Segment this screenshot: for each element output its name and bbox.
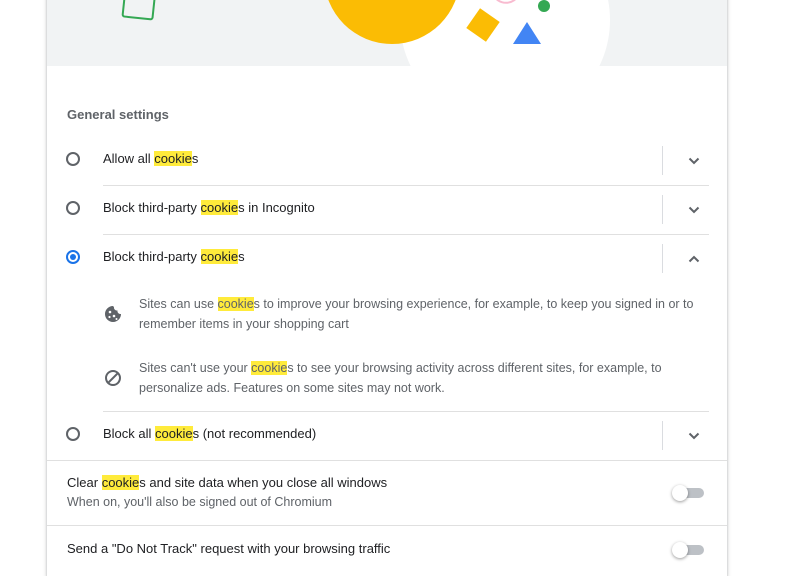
option-label: Allow all cookies bbox=[103, 151, 199, 166]
chevron-down-icon bbox=[688, 206, 700, 214]
collapse-button[interactable] bbox=[685, 250, 703, 268]
separator bbox=[662, 421, 663, 450]
detail-item-blocked: Sites can't use your cookies to see your… bbox=[103, 358, 703, 398]
option-label: Block all cookies (not recommended) bbox=[103, 426, 317, 441]
cookie-settings-card: General settings Allow all cookies Block… bbox=[47, 0, 727, 576]
chevron-up-icon bbox=[688, 255, 700, 263]
banner-shapes-icon bbox=[121, 0, 610, 66]
option-label: Block third-party cookies in Incognito bbox=[103, 200, 315, 215]
clear-on-exit-subtitle: When on, you'll also be signed out of Ch… bbox=[67, 495, 333, 509]
option-label: Block third-party cookies bbox=[103, 249, 245, 264]
detail-item-allowed: Sites can use cookies to improve your br… bbox=[103, 294, 703, 334]
section-title: General settings bbox=[67, 107, 169, 122]
block-icon bbox=[105, 370, 121, 386]
expand-button[interactable] bbox=[685, 152, 703, 170]
separator bbox=[662, 195, 663, 224]
radio-button[interactable] bbox=[66, 152, 80, 166]
chevron-down-icon bbox=[688, 157, 700, 165]
detail-text: Sites can use cookies to improve your br… bbox=[139, 297, 694, 331]
expand-button[interactable] bbox=[685, 427, 703, 445]
option-allow-all-cookies[interactable]: Allow all cookies bbox=[47, 136, 727, 185]
separator bbox=[662, 244, 663, 273]
radio-button[interactable] bbox=[66, 201, 80, 215]
separator bbox=[662, 146, 663, 175]
clear-on-exit-row[interactable]: Clear cookies and site data when you clo… bbox=[47, 460, 727, 525]
do-not-track-row[interactable]: Send a "Do Not Track" request with your … bbox=[47, 525, 727, 575]
chevron-down-icon bbox=[688, 432, 700, 440]
option-block-third-party[interactable]: Block third-party cookies bbox=[47, 234, 727, 283]
radio-button[interactable] bbox=[66, 427, 80, 441]
clear-on-exit-toggle[interactable] bbox=[672, 484, 704, 502]
do-not-track-toggle[interactable] bbox=[672, 541, 704, 559]
expand-button[interactable] bbox=[685, 201, 703, 219]
cookie-icon bbox=[105, 306, 121, 322]
option-block-third-party-incognito[interactable]: Block third-party cookies in Incognito bbox=[47, 185, 727, 234]
clear-on-exit-label: Clear cookies and site data when you clo… bbox=[67, 475, 388, 490]
radio-button-selected[interactable] bbox=[66, 250, 80, 264]
do-not-track-label: Send a "Do Not Track" request with your … bbox=[67, 541, 391, 556]
cookies-banner-illustration bbox=[47, 0, 727, 66]
detail-text: Sites can't use your cookies to see your… bbox=[139, 361, 662, 395]
toggle-knob bbox=[672, 542, 688, 558]
option-block-all-cookies[interactable]: Block all cookies (not recommended) bbox=[47, 411, 727, 460]
toggle-knob bbox=[672, 485, 688, 501]
